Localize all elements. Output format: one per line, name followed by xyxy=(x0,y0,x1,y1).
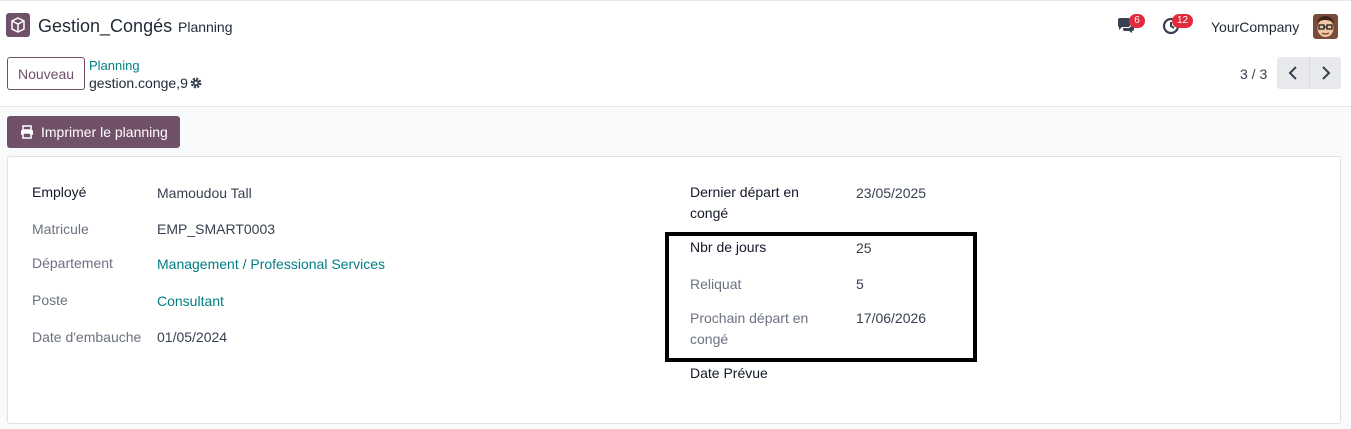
field-matricule[interactable]: EMP_SMART0003 xyxy=(157,219,275,240)
label-date-prevue: Date Prévue xyxy=(690,365,768,381)
field-hire-date[interactable]: 01/05/2024 xyxy=(157,327,227,348)
breadcrumb-parent[interactable]: Planning xyxy=(89,58,140,73)
print-button-label: Imprimer le planning xyxy=(41,124,168,140)
company-switcher[interactable]: YourCompany xyxy=(1211,19,1299,35)
label-hire-date: Date d'embauche xyxy=(32,329,142,345)
app-name[interactable]: Gestion_Congés xyxy=(38,16,172,37)
breadcrumb-current: gestion.conge,9 xyxy=(89,75,188,91)
new-button[interactable]: Nouveau xyxy=(7,57,85,90)
activity-badge: 12 xyxy=(1172,14,1194,28)
app-box-icon[interactable] xyxy=(6,13,30,37)
pager-next-button[interactable] xyxy=(1309,57,1341,89)
top-navbar: Gestion_Congés Planning 6 12 YourCompany xyxy=(0,0,1351,52)
field-department[interactable]: Management / Professional Services xyxy=(157,254,385,275)
chevron-left-icon xyxy=(1288,66,1297,80)
label-matricule: Matricule xyxy=(32,221,89,237)
print-planning-button[interactable]: Imprimer le planning xyxy=(7,116,180,148)
label-last-leave-line1: Dernier départ en xyxy=(690,184,799,200)
highlight-annotation-box xyxy=(665,232,977,362)
gear-icon[interactable] xyxy=(189,76,203,90)
chevron-right-icon xyxy=(1321,66,1330,80)
user-avatar[interactable] xyxy=(1313,14,1338,39)
label-last-leave-line2: congé xyxy=(690,205,729,221)
label-employee: Employé xyxy=(32,184,87,200)
pager-value[interactable]: 3 / 3 xyxy=(1240,66,1267,82)
field-employee[interactable]: Mamoudou Tall xyxy=(157,183,252,204)
label-poste: Poste xyxy=(32,292,68,308)
field-last-leave[interactable]: 23/05/2025 xyxy=(856,183,926,204)
field-poste[interactable]: Consultant xyxy=(157,291,224,312)
pager-previous-button[interactable] xyxy=(1277,57,1309,89)
menu-planning[interactable]: Planning xyxy=(178,19,233,35)
label-department: Département xyxy=(32,255,113,271)
printer-icon xyxy=(21,125,33,139)
chat-badge: 6 xyxy=(1129,14,1145,28)
